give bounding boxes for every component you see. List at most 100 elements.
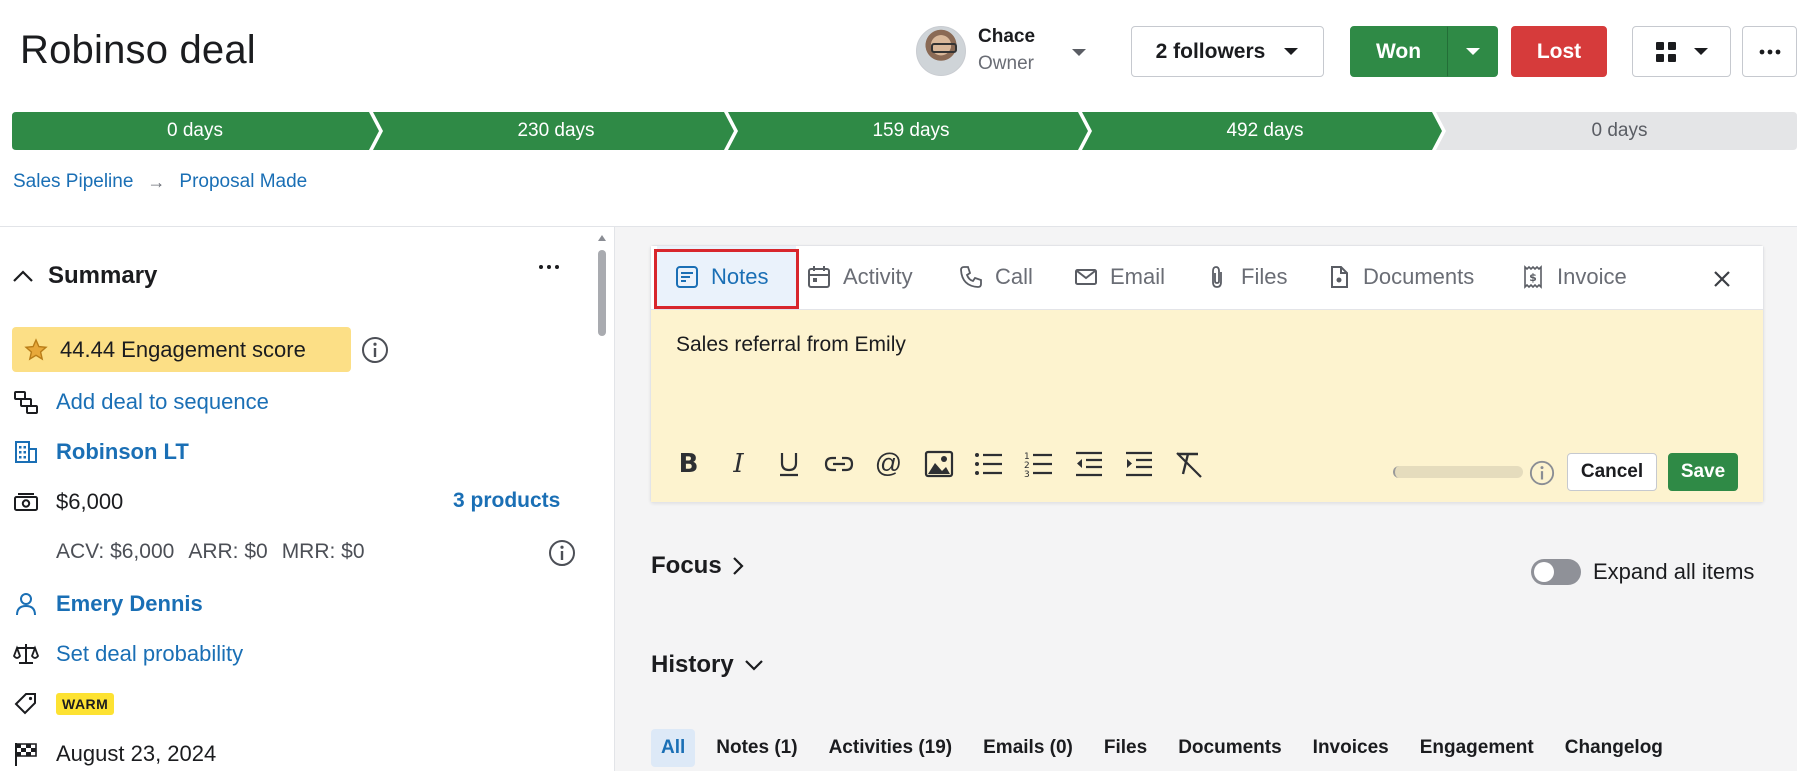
formatting-toolbar: B I @ 123 <box>672 447 1205 480</box>
scroll-up-icon[interactable] <box>597 234 607 242</box>
organization-row[interactable]: Robinson LT <box>12 438 189 466</box>
followers-button[interactable]: 2 followers <box>1131 26 1324 77</box>
filter-invoices[interactable]: Invoices <box>1303 729 1399 767</box>
image-icon[interactable] <box>922 447 955 480</box>
won-button[interactable]: Won <box>1350 26 1447 77</box>
expand-all-toggle[interactable]: Expand all items <box>1531 559 1754 585</box>
person-link[interactable]: Emery Dennis <box>56 591 203 617</box>
filter-documents[interactable]: Documents <box>1168 729 1291 767</box>
lost-label: Lost <box>1536 39 1582 63</box>
tab-activity[interactable]: Activity <box>807 246 913 308</box>
clear-formatting-icon[interactable] <box>1172 447 1205 480</box>
stage-1-duration[interactable]: 0 days <box>12 112 378 150</box>
toggle-switch[interactable] <box>1531 559 1581 585</box>
tag-icon <box>12 690 40 718</box>
mention-icon[interactable]: @ <box>872 447 905 480</box>
save-button[interactable]: Save <box>1668 453 1738 491</box>
organization-link[interactable]: Robinson LT <box>56 439 189 465</box>
arr-value: ARR: $0 <box>188 540 268 563</box>
add-to-sequence-link[interactable]: Add deal to sequence <box>56 389 269 415</box>
deal-value: $6,000 <box>56 489 124 514</box>
stage-3-duration[interactable]: 159 days <box>734 112 1088 150</box>
filter-engagement[interactable]: Engagement <box>1410 729 1544 767</box>
filter-notes[interactable]: Notes (1) <box>706 729 807 767</box>
character-limit-bar <box>1393 466 1523 478</box>
filter-changelog[interactable]: Changelog <box>1555 729 1673 767</box>
note-text[interactable]: Sales referral from Emily <box>676 333 906 357</box>
filter-all[interactable]: All <box>651 729 696 767</box>
tab-invoice-label: Invoice <box>1557 264 1627 289</box>
tab-files[interactable]: Files <box>1205 246 1287 308</box>
probability-row[interactable]: Set deal probability <box>12 640 243 668</box>
stage-4-duration[interactable]: 492 days <box>1088 112 1442 150</box>
view-switcher-button[interactable] <box>1632 26 1731 77</box>
tab-invoice[interactable]: $ Invoice <box>1521 246 1627 308</box>
outdent-icon[interactable] <box>1072 447 1105 480</box>
more-actions-button[interactable] <box>1742 26 1797 77</box>
numbered-list-icon[interactable]: 123 <box>1022 447 1055 480</box>
stage-2-duration[interactable]: 230 days <box>378 112 734 150</box>
bulleted-list-icon[interactable] <box>972 447 1005 480</box>
caret-down-icon[interactable] <box>1071 48 1087 58</box>
tab-documents[interactable]: Documents <box>1327 246 1474 308</box>
star-icon <box>24 337 48 362</box>
tab-email-label: Email <box>1110 264 1166 289</box>
link-icon[interactable] <box>822 447 855 480</box>
flag-checkered-icon <box>12 740 40 768</box>
info-icon[interactable] <box>548 539 576 567</box>
deal-title[interactable]: Robinso deal <box>20 28 256 73</box>
expand-all-label: Expand all items <box>1593 559 1755 584</box>
building-icon <box>12 438 40 466</box>
breadcrumb-pipeline-link[interactable]: Sales Pipeline <box>13 171 133 193</box>
breadcrumb-stage-link[interactable]: Proposal Made <box>179 171 307 193</box>
owner-selector[interactable]: Chace Owner <box>916 26 1087 76</box>
caret-down-icon <box>1283 47 1299 57</box>
italic-icon[interactable]: I <box>722 447 755 480</box>
owner-role: Owner <box>978 53 1034 74</box>
focus-section-header[interactable]: Focus <box>651 552 744 580</box>
paperclip-icon <box>1205 265 1229 289</box>
info-icon[interactable] <box>1529 460 1555 486</box>
filter-activities[interactable]: Activities (19) <box>819 729 963 767</box>
money-icon <box>12 488 40 516</box>
history-section-header[interactable]: History <box>651 651 764 679</box>
products-link[interactable]: 3 products <box>453 489 560 513</box>
summary-header[interactable]: Summary <box>12 262 157 290</box>
won-options-button[interactable] <box>1447 26 1498 77</box>
document-icon <box>1327 265 1351 289</box>
acv-value: ACV: $6,000 <box>56 540 175 563</box>
tab-call[interactable]: Call <box>959 246 1033 308</box>
calendar-icon <box>807 265 831 289</box>
engagement-score-badge[interactable]: 44.44 Engagement score <box>12 327 351 372</box>
won-label: Won <box>1375 39 1422 63</box>
close-composer-icon[interactable] <box>1713 270 1731 288</box>
history-filters: All Notes (1) Activities (19) Emails (0)… <box>651 729 1684 767</box>
summary-more-button[interactable] <box>538 264 560 270</box>
person-row[interactable]: Emery Dennis <box>12 590 203 618</box>
scale-icon <box>12 640 40 668</box>
label-warm-badge[interactable]: WARM <box>56 693 115 715</box>
underline-icon[interactable] <box>772 447 805 480</box>
set-probability-link[interactable]: Set deal probability <box>56 641 243 667</box>
engagement-score-text: 44.44 Engagement score <box>60 336 306 362</box>
mrr-value: MRR: $0 <box>281 540 365 563</box>
cancel-button[interactable]: Cancel <box>1567 453 1657 491</box>
close-date-row[interactable]: August 23, 2024 <box>12 740 216 768</box>
filter-files[interactable]: Files <box>1094 729 1157 767</box>
sidebar-scrollbar-thumb[interactable] <box>598 250 606 336</box>
lost-button[interactable]: Lost <box>1511 26 1607 77</box>
tab-email[interactable]: Email <box>1074 246 1165 308</box>
label-row[interactable]: WARM <box>12 690 115 718</box>
tab-activity-label: Activity <box>843 264 913 289</box>
filter-emails[interactable]: Emails (0) <box>973 729 1083 767</box>
deal-value-row[interactable]: $6,000 <box>12 488 123 516</box>
tab-documents-label: Documents <box>1363 264 1475 289</box>
stage-5-duration[interactable]: 0 days <box>1442 112 1797 150</box>
bold-icon[interactable]: B <box>672 447 705 480</box>
person-icon <box>12 590 40 618</box>
composer-tabs: Notes Activity Call Email Files Document… <box>651 246 1763 310</box>
indent-icon[interactable] <box>1122 447 1155 480</box>
info-icon[interactable] <box>361 336 389 364</box>
grid-icon <box>1655 41 1677 63</box>
add-to-sequence-row[interactable]: Add deal to sequence <box>12 388 269 416</box>
